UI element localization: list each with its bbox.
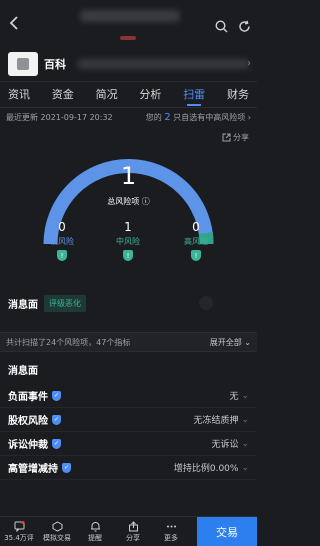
update-time: 最近更新 2021-09-17 20:32	[6, 112, 113, 122]
logo-mark-icon	[17, 57, 29, 70]
share-nav-label: 分享	[126, 534, 140, 542]
row-label: 诉讼仲裁	[8, 440, 48, 451]
scan-summary-bar: 共计扫描了24个风险项，47个指标 展开全部 ⌄	[0, 332, 257, 352]
simulate-icon	[51, 520, 63, 532]
search-icon[interactable]	[215, 20, 228, 36]
share-nav-button[interactable]: 分享	[114, 520, 152, 543]
row-value: 增持比例0.00%	[173, 464, 239, 474]
risk-gauge-panel: 分享 1 总风险项 ⓘ 0 低风险 ! 1 中风险 ! 0 高风险 !	[0, 126, 257, 286]
chevron-right-icon: ›	[247, 58, 251, 69]
back-arrow-icon[interactable]	[6, 15, 22, 31]
verified-shield-icon: ✓	[62, 462, 71, 473]
simulate-trade-button[interactable]: 模拟交易	[38, 520, 76, 543]
low-risk-label: 低风险	[50, 237, 74, 246]
more-label: 更多	[164, 534, 178, 542]
high-risk-count: 0	[192, 220, 200, 234]
low-risk-count: 0	[58, 220, 66, 234]
mid-risk-column[interactable]: 1 中风险 !	[103, 220, 153, 261]
row-label: 股权风险	[8, 416, 48, 427]
expand-all-button[interactable]: 展开全部 ⌄	[210, 337, 251, 348]
refresh-icon[interactable]	[238, 20, 251, 36]
watchlist-risk-count: 2	[164, 111, 171, 123]
high-risk-shield-icon: !	[191, 250, 201, 261]
indicator-dot	[199, 296, 213, 310]
bottom-toolbar: 35.4万评 模拟交易 提醒 分享 更多 交易	[0, 516, 257, 546]
alert-label: 提醒	[88, 534, 102, 542]
alert-button[interactable]: 提醒	[76, 520, 114, 543]
list-item[interactable]: 股权风险 ✓ 无冻结质押 ⌄	[0, 408, 257, 432]
company-name: 百科	[44, 57, 66, 71]
share-icon	[127, 520, 139, 532]
message-risk-row[interactable]: 消息面 评级恶化	[0, 286, 257, 320]
section-title: 消息面	[8, 366, 38, 377]
verified-shield-icon: ✓	[52, 390, 61, 401]
comment-icon	[13, 520, 25, 532]
list-item[interactable]: 负面事件 ✓ 无 ⌄	[0, 384, 257, 408]
info-icon[interactable]: ⓘ	[142, 197, 150, 206]
update-bar: 最近更新 2021-09-17 20:32 您的 2 只自选有中高风险项 ›	[0, 108, 257, 126]
page-title-blurred	[80, 10, 180, 22]
watchlist-risk-prefix: 您的	[145, 112, 162, 122]
expand-all-label: 展开全部	[209, 337, 242, 347]
title-indicator	[120, 36, 136, 40]
top-actions	[215, 20, 251, 36]
more-button[interactable]: 更多	[152, 520, 190, 543]
row-label: 高管增减持	[8, 464, 58, 475]
tab-bar: 资讯 资金 简况 分析 扫雷 财务	[0, 82, 257, 108]
top-bar	[0, 0, 257, 46]
total-risk-label: 总风险项 ⓘ	[0, 196, 257, 207]
message-label: 消息面	[8, 299, 38, 311]
row-value: 无	[229, 392, 239, 402]
company-header[interactable]: 百科 ›	[0, 46, 257, 82]
verified-shield-icon: ✓	[52, 438, 61, 449]
total-risk-label-text: 总风险项	[107, 197, 140, 206]
comments-label: 35.4万评	[4, 534, 34, 542]
list-item[interactable]: 诉讼仲裁 ✓ 无诉讼 ⌄	[0, 432, 257, 456]
comments-button[interactable]: 35.4万评	[0, 520, 38, 543]
high-risk-label: 高风险	[184, 237, 208, 246]
tab-profile[interactable]: 简况	[96, 82, 118, 108]
tab-funds[interactable]: 资金	[52, 82, 74, 108]
row-value: 无冻结质押	[193, 416, 239, 426]
verified-shield-icon: ✓	[52, 414, 61, 425]
row-value: 无诉讼	[211, 440, 239, 450]
chevron-down-icon: ⌄	[244, 337, 251, 347]
company-info-blurred	[78, 58, 249, 69]
tab-news[interactable]: 资讯	[8, 82, 30, 108]
trade-button[interactable]: 交易	[197, 516, 257, 546]
rating-badge[interactable]: 评级恶化	[44, 294, 86, 312]
watchlist-risk-suffix: 只自选有中高风险项	[173, 112, 246, 122]
simulate-label: 模拟交易	[43, 534, 71, 542]
company-logo	[8, 51, 38, 76]
tab-finance[interactable]: 财务	[227, 82, 249, 108]
watchlist-risk-link[interactable]: 您的 2 只自选有中高风险项 ›	[146, 112, 251, 123]
low-risk-column[interactable]: 0 低风险 !	[37, 220, 87, 261]
scan-summary: 共计扫描了24个风险项，47个指标	[6, 337, 131, 347]
row-label: 负面事件	[8, 392, 48, 403]
tab-analysis[interactable]: 分析	[139, 82, 161, 108]
mid-risk-shield-icon: !	[123, 250, 133, 261]
total-risk-count: 1	[120, 162, 137, 190]
more-icon	[165, 520, 177, 532]
chevron-down-icon: ⌄	[241, 414, 249, 425]
tab-risk-scan[interactable]: 扫雷	[183, 82, 205, 108]
bell-icon	[89, 520, 101, 532]
chevron-down-icon: ⌄	[241, 390, 249, 401]
high-risk-column[interactable]: 0 高风险 !	[171, 220, 221, 261]
mid-risk-count: 1	[124, 220, 132, 234]
mid-risk-label: 中风险	[116, 237, 140, 246]
chevron-down-icon: ⌄	[241, 462, 249, 473]
chevron-down-icon: ⌄	[241, 438, 249, 449]
list-item[interactable]: 高管增减持 ✓ 增持比例0.00% ⌄	[0, 456, 257, 480]
low-risk-shield-icon: !	[57, 250, 67, 261]
chevron-right-icon: ›	[247, 112, 251, 122]
